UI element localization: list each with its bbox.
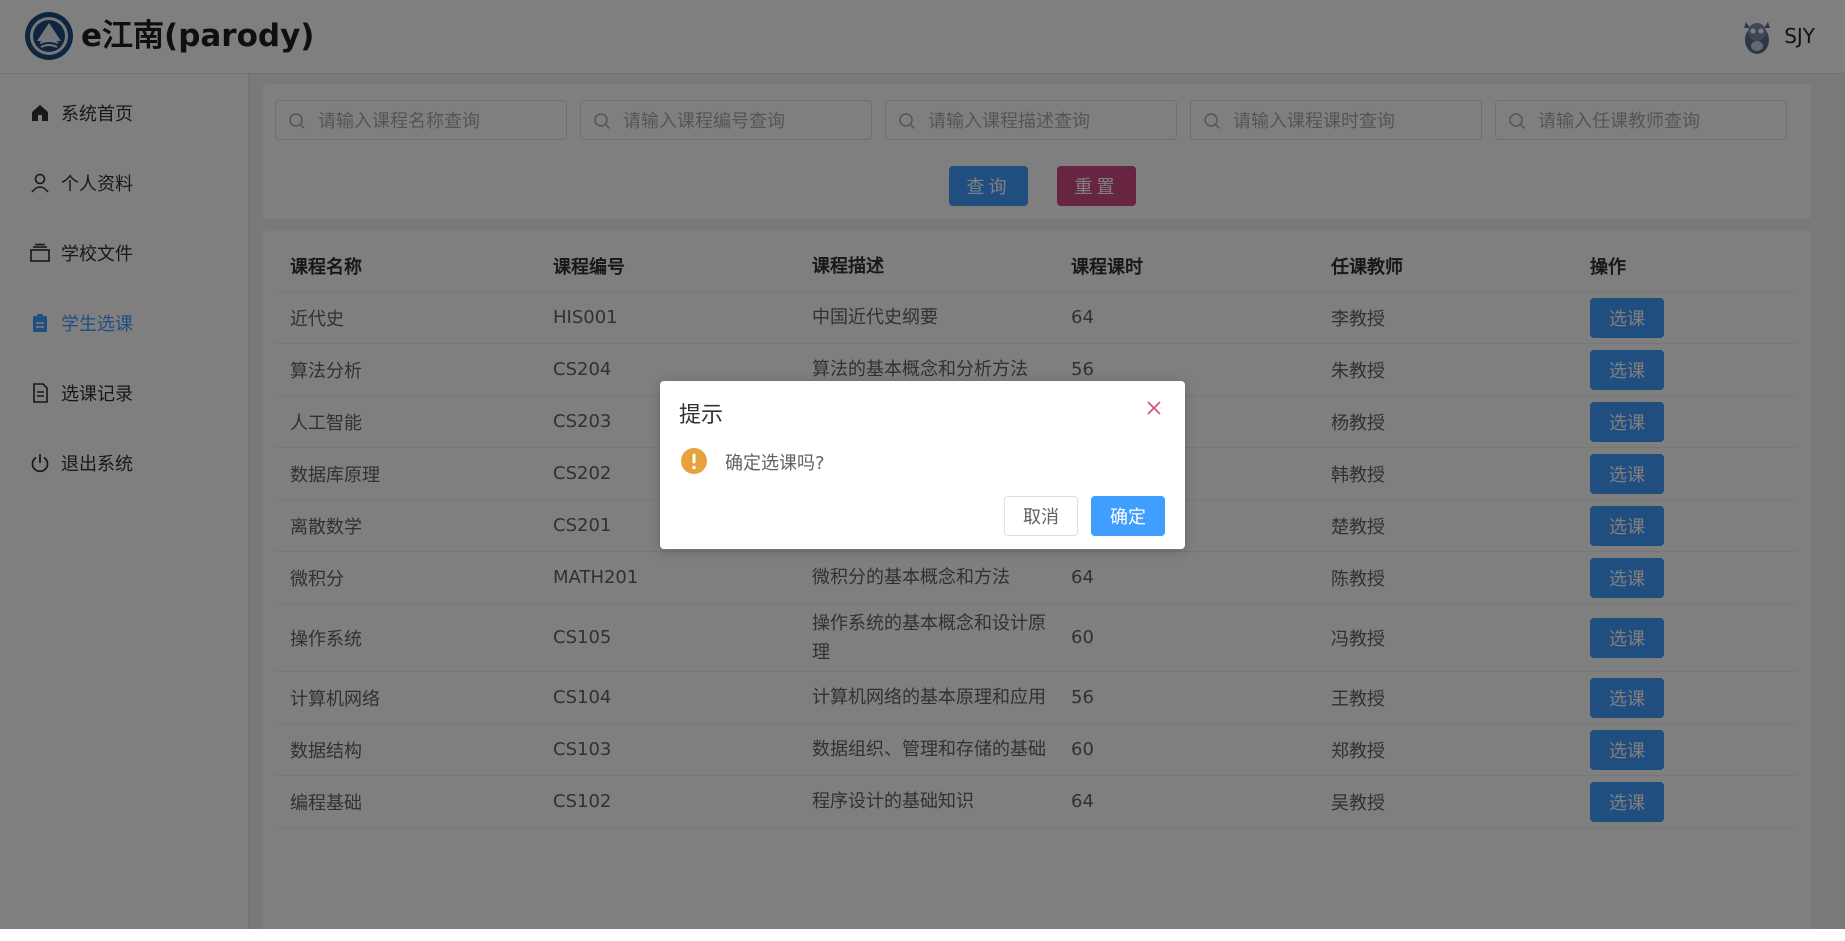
dialog-message: 确定选课吗? bbox=[725, 453, 825, 474]
close-icon[interactable] bbox=[1145, 399, 1163, 417]
cancel-button[interactable]: 取消 bbox=[1004, 496, 1078, 536]
warning-icon bbox=[681, 448, 707, 474]
confirm-dialog: 提示 确定选课吗? 取消 确定 bbox=[660, 381, 1185, 549]
dialog-title: 提示 bbox=[679, 403, 724, 428]
confirm-button[interactable]: 确定 bbox=[1091, 496, 1165, 536]
